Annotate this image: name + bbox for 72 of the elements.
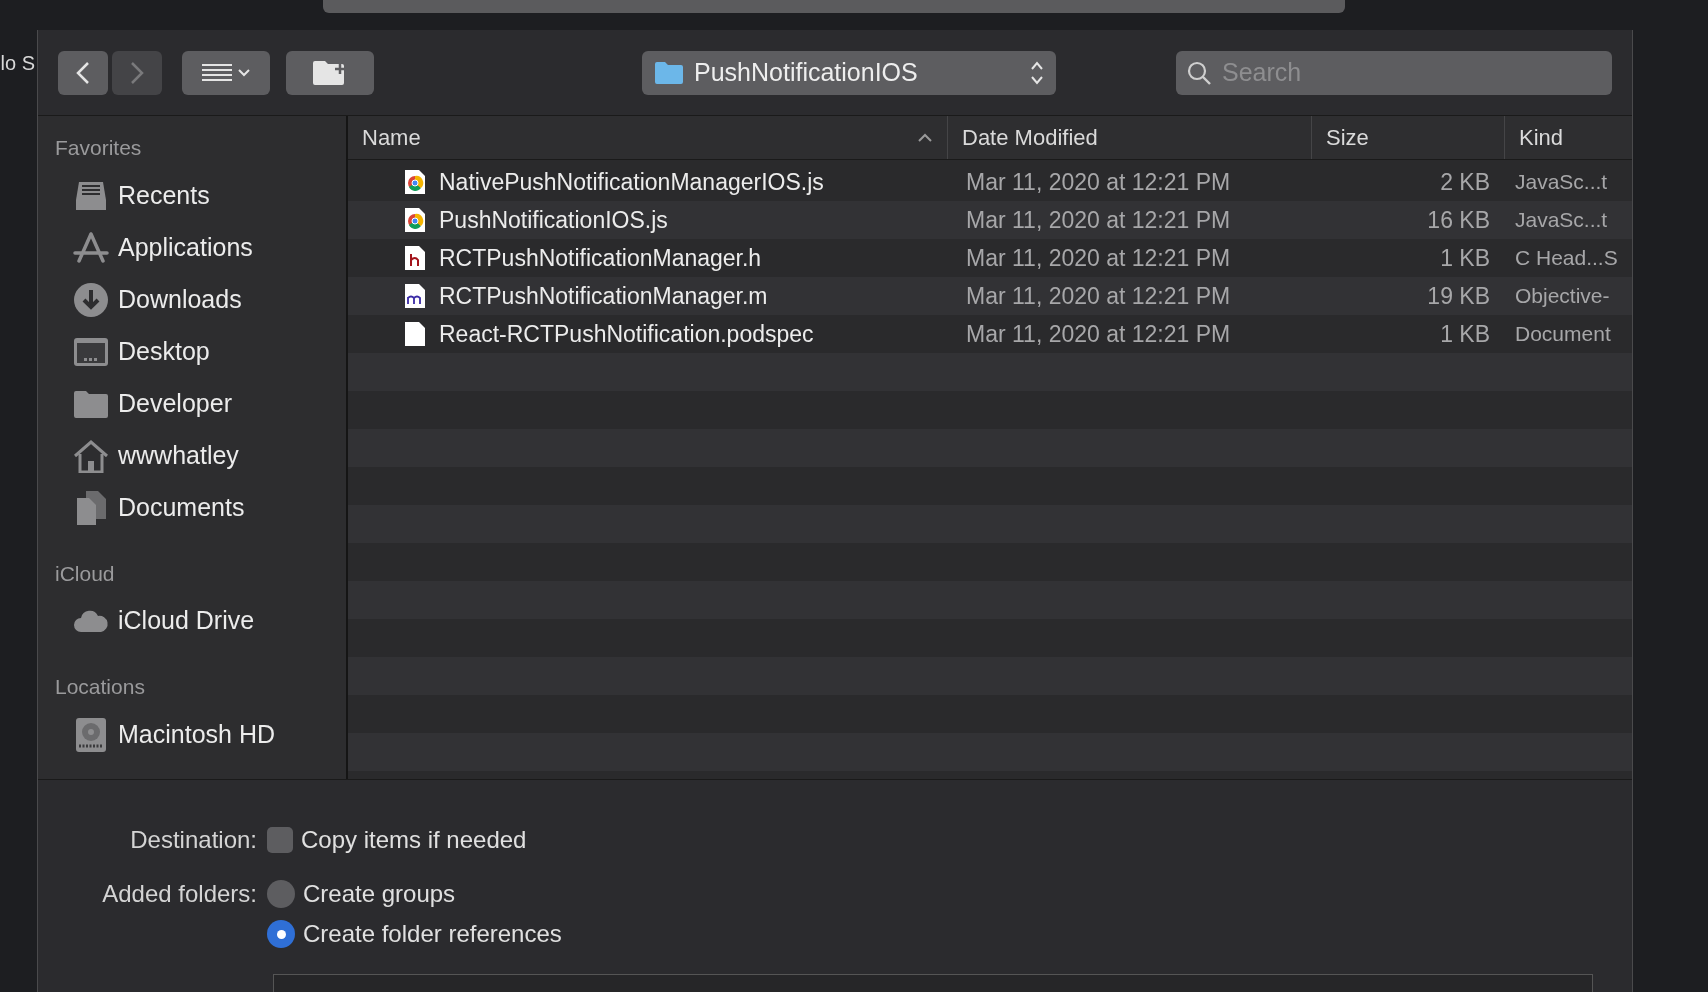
download-icon (73, 281, 109, 318)
view-options-button[interactable] (182, 50, 270, 95)
file-row[interactable]: PushNotificationIOS.js Mar 11, 2020 at 12:21 PM 16 KB JavaSc...t (348, 201, 1632, 239)
date-cell: Mar 11, 2020 at 12:21 PM (966, 168, 1231, 195)
sidebar-item[interactable]: Developer (55, 377, 346, 430)
checkbox[interactable] (267, 827, 293, 853)
h-file-icon (404, 245, 426, 271)
size-cell-text: 19 KB (1427, 281, 1490, 311)
column-header[interactable]: Name (348, 116, 948, 159)
cloud-icon (73, 609, 109, 633)
documents-icon (75, 489, 107, 526)
list-view-icon (202, 63, 232, 82)
file-row[interactable]: RCTPushNotificationManager.m Mar 11, 2020 at 12:21 PM 19 KB Objective- (348, 277, 1632, 315)
radio-option[interactable]: Create folder references (267, 914, 562, 954)
stepper-icon (1030, 59, 1044, 86)
chevron-right-icon (130, 60, 144, 85)
desktop-icon (73, 336, 109, 367)
sidebar-item[interactable]: Recents (55, 169, 346, 222)
radio-button[interactable] (267, 920, 295, 948)
date-cell: Mar 11, 2020 at 12:21 PM (966, 206, 1231, 233)
size-cell-text: 1 KB (1440, 243, 1490, 273)
background-window-text: lo S (0, 51, 36, 76)
back-button[interactable] (58, 50, 108, 95)
kind-cell: C Head...S (1515, 246, 1618, 270)
caret-icon (238, 68, 250, 77)
column-header[interactable]: Date Modified (948, 116, 1312, 159)
sidebar-item[interactable]: Macintosh HD (55, 708, 346, 761)
kind-cell: JavaSc...t (1515, 208, 1608, 232)
file-name: PushNotificationIOS.js (439, 205, 668, 235)
file-name: RCTPushNotificationManager.m (439, 281, 768, 311)
tray-icon (74, 179, 108, 212)
hard-drive-icon (75, 716, 107, 753)
chrome-file-icon (404, 169, 426, 195)
radio-button[interactable] (267, 880, 295, 908)
date-cell: Mar 11, 2020 at 12:21 PM (966, 320, 1231, 347)
search-icon (1186, 59, 1212, 86)
column-header[interactable]: Kind (1505, 116, 1632, 159)
new-folder-button[interactable] (286, 50, 374, 95)
kind-cell: Document (1515, 322, 1611, 346)
chevron-left-icon (76, 60, 90, 85)
house-icon (73, 438, 109, 473)
option-label: Added folders: (101, 879, 258, 909)
file-name: NativePushNotificationManagerIOS.js (439, 167, 824, 197)
sidebar-item[interactable]: Downloads (55, 273, 346, 326)
sidebar-heading: iCloud (55, 560, 116, 587)
date-cell: Mar 11, 2020 at 12:21 PM (966, 244, 1231, 271)
size-cell-text: 16 KB (1427, 205, 1490, 235)
size-cell-text: 1 KB (1440, 319, 1490, 349)
sidebar-item[interactable]: wwwhatley (55, 429, 346, 482)
sidebar-heading: Favorites (55, 135, 143, 161)
app-store-icon (73, 230, 109, 265)
sidebar-item[interactable]: Desktop (55, 325, 346, 378)
document-icon (404, 321, 426, 347)
sidebar-item[interactable]: iCloud Drive (55, 595, 346, 647)
option-label: Destination: (129, 825, 258, 855)
path-popup[interactable]: PushNotificationIOS (642, 50, 1056, 95)
date-cell: Mar 11, 2020 at 12:21 PM (966, 282, 1231, 309)
size-cell-text: 2 KB (1440, 167, 1490, 197)
folder-icon (654, 60, 684, 85)
file-name: React-RCTPushNotification.podspec (439, 319, 814, 349)
column-header[interactable]: Size (1312, 116, 1505, 159)
m-file-icon (404, 283, 426, 309)
kind-cell: JavaSc...t (1515, 170, 1608, 194)
copy-checkbox[interactable]: Copy items if needed (267, 822, 527, 858)
folder-icon (73, 388, 109, 419)
sidebar-item[interactable]: Documents (55, 481, 346, 534)
chrome-file-icon (404, 207, 426, 233)
file-name: RCTPushNotificationManager.h (439, 243, 762, 273)
sidebar-heading: Locations (55, 674, 146, 700)
kind-cell: Objective- (1515, 284, 1610, 308)
sidebar-item[interactable]: Applications (55, 221, 346, 274)
radio-option[interactable]: Create groups (267, 874, 562, 914)
